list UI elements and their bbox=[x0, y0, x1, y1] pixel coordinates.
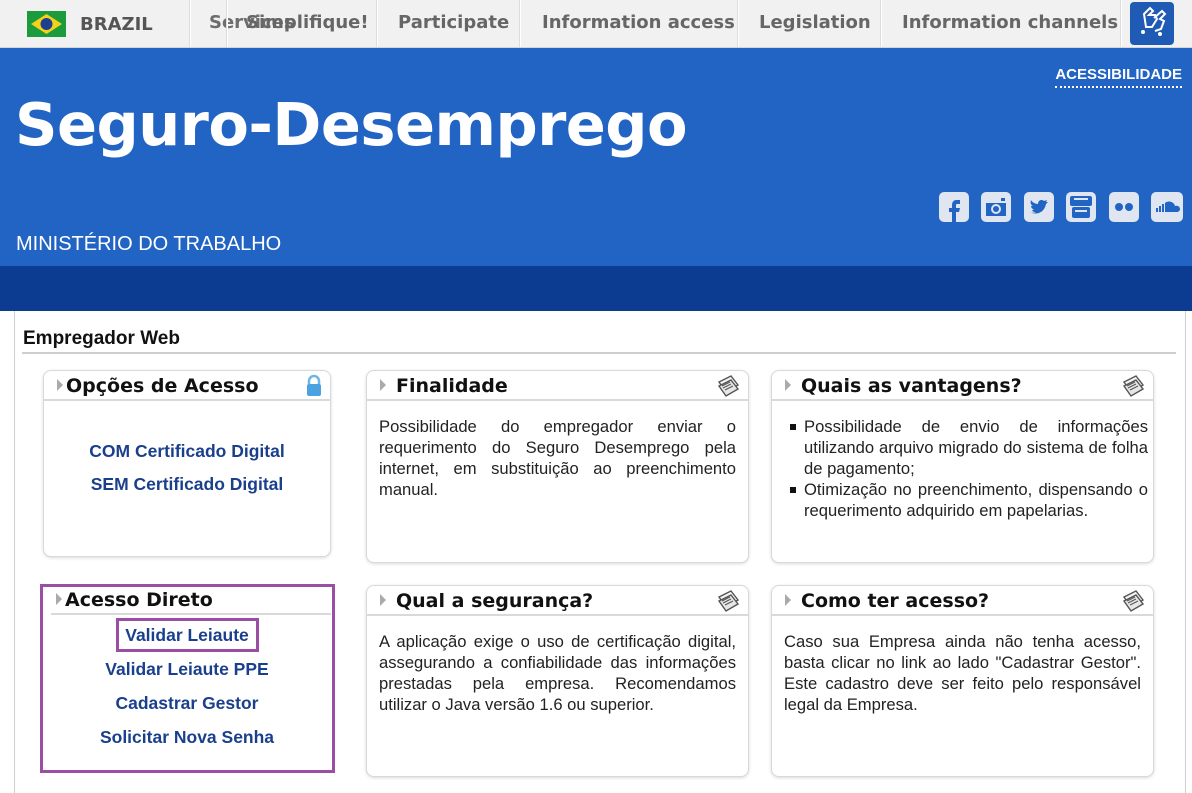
section-title: Empregador Web bbox=[23, 328, 180, 349]
flickr-icon[interactable] bbox=[1109, 192, 1139, 222]
nav-information-access[interactable]: Information access bbox=[542, 12, 735, 33]
page-title[interactable]: Seguro-Desemprego bbox=[15, 90, 688, 159]
highlight-frame-direct-access bbox=[40, 584, 335, 773]
document-stack-icon bbox=[717, 590, 740, 612]
nav-separator bbox=[189, 0, 191, 47]
nav-separator bbox=[880, 0, 882, 47]
gov-top-bar: BRAZIL Services Simplifique! Participate… bbox=[0, 0, 1192, 48]
twitter-icon[interactable] bbox=[1024, 192, 1054, 222]
purpose-text: Possibilidade do empregador enviar o req… bbox=[379, 417, 736, 499]
soundcloud-icon[interactable] bbox=[1151, 192, 1183, 222]
nav-separator bbox=[226, 0, 228, 47]
youtube-icon[interactable] bbox=[1066, 192, 1096, 222]
triangle-right-icon bbox=[380, 594, 386, 606]
triangle-right-icon bbox=[785, 594, 791, 606]
accessibility-link[interactable]: ACESSIBILIDADE bbox=[1055, 66, 1182, 88]
document-stack-icon bbox=[717, 375, 740, 397]
triangle-right-icon bbox=[785, 379, 791, 391]
box-divider bbox=[367, 399, 748, 401]
nav-separator bbox=[519, 0, 521, 47]
triangle-right-icon bbox=[380, 379, 386, 391]
how-to-access-box: Como ter acesso? Caso sua Empresa ainda … bbox=[771, 585, 1154, 777]
country-link[interactable]: BRAZIL bbox=[80, 14, 153, 35]
nav-information-channels[interactable]: Information channels bbox=[902, 12, 1118, 33]
box-divider bbox=[772, 614, 1153, 616]
box-title: Qual a segurança? bbox=[396, 590, 594, 612]
purpose-box: Finalidade Possibilidade do empregador e… bbox=[366, 370, 749, 563]
security-text: A aplicação exige o uso de certificação … bbox=[379, 632, 736, 714]
access-options-box: Opções de Acesso COM Certificado Digital… bbox=[43, 370, 331, 557]
nav-legislation[interactable]: Legislation bbox=[759, 12, 871, 33]
com-certificado-link[interactable]: COM Certificado Digital bbox=[44, 441, 330, 462]
advantages-list: Possibilidade de envio de informações ut… bbox=[790, 416, 1148, 521]
advantages-box: Quais as vantagens? Possibilidade de env… bbox=[771, 370, 1154, 563]
box-divider bbox=[44, 399, 330, 401]
nav-simplifique[interactable]: Simplifique! bbox=[246, 12, 369, 33]
lock-icon bbox=[307, 374, 321, 396]
document-stack-icon bbox=[1122, 375, 1145, 397]
header-menu-band bbox=[0, 266, 1192, 311]
highlight-frame-validar-leiaute bbox=[116, 618, 259, 652]
brazil-flag-icon[interactable] bbox=[27, 11, 66, 37]
box-title: Quais as vantagens? bbox=[801, 375, 1022, 397]
nav-separator bbox=[737, 0, 739, 47]
security-box: Qual a segurança? A aplicação exige o us… bbox=[366, 585, 749, 777]
how-to-access-text: Caso sua Empresa ainda não tenha acesso,… bbox=[784, 632, 1141, 714]
nav-separator bbox=[376, 0, 378, 47]
box-title: Finalidade bbox=[396, 375, 508, 397]
triangle-right-icon bbox=[57, 379, 63, 391]
section-divider bbox=[22, 352, 1176, 354]
nav-separator bbox=[1120, 0, 1122, 47]
list-item: Otimização no preenchimento, dispensando… bbox=[790, 479, 1148, 521]
box-divider bbox=[367, 614, 748, 616]
box-title: Como ter acesso? bbox=[801, 590, 990, 612]
facebook-icon[interactable] bbox=[939, 192, 969, 222]
box-title: Opções de Acesso bbox=[66, 375, 259, 397]
box-divider bbox=[772, 399, 1153, 401]
sem-certificado-link[interactable]: SEM Certificado Digital bbox=[44, 474, 330, 495]
instagram-icon[interactable] bbox=[981, 192, 1011, 222]
list-item: Possibilidade de envio de informações ut… bbox=[790, 416, 1148, 479]
ministry-name: MINISTÉRIO DO TRABALHO bbox=[16, 233, 282, 255]
sign-language-icon[interactable] bbox=[1130, 2, 1174, 45]
document-stack-icon bbox=[1122, 590, 1145, 612]
nav-participate[interactable]: Participate bbox=[398, 12, 509, 33]
